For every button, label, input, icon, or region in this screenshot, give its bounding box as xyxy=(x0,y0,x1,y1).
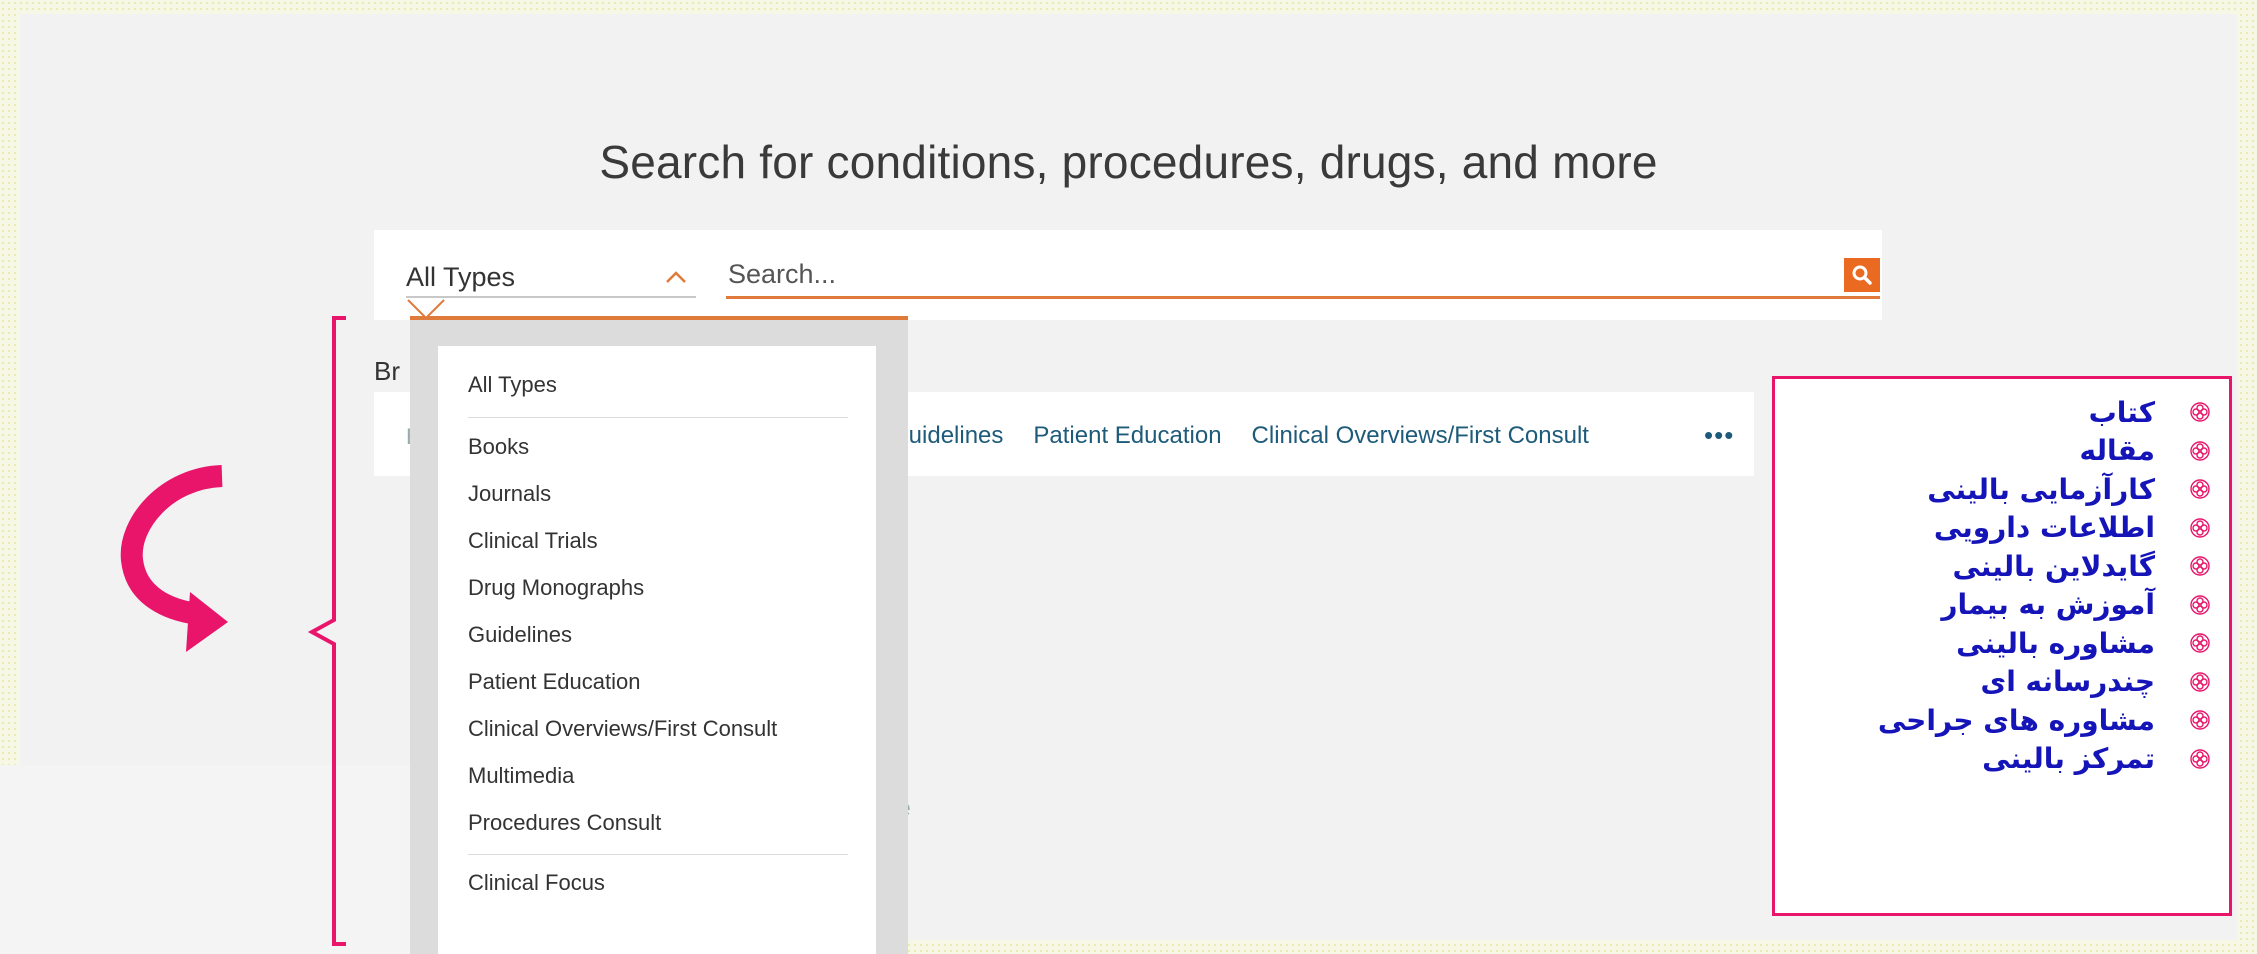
dropdown-option[interactable]: Drug Monographs xyxy=(468,575,644,601)
list-item-label: مشاوره های جراحی xyxy=(1877,703,2155,737)
list-item-label: اطلاعات دارویی xyxy=(1933,511,2155,545)
flower-bullet-icon xyxy=(2190,672,2210,692)
list-item: کارآزمایی بالینی xyxy=(1878,470,2211,509)
type-select[interactable]: All Types xyxy=(406,258,696,298)
list-item: اطلاعات دارویی xyxy=(1878,509,2211,548)
dropdown-option[interactable]: Journals xyxy=(468,481,551,507)
list-item-label: مشاوره بالینی xyxy=(1956,626,2155,660)
dropdown-option[interactable]: All Types xyxy=(468,372,557,398)
dropdown-divider xyxy=(468,854,848,855)
dropdown-option[interactable]: Procedures Consult xyxy=(468,810,661,836)
list-item-label: چندرسانه ای xyxy=(1980,665,2155,699)
list-item-label: آموزش به بیمار xyxy=(1941,588,2155,622)
chevron-up-icon[interactable] xyxy=(656,262,696,292)
persian-list: کتاب مقاله کارآزمایی بالینی اطلاعات دارو… xyxy=(1878,393,2211,778)
list-item: مشاوره بالینی xyxy=(1878,624,2211,663)
list-item-label: کارآزمایی بالینی xyxy=(1927,472,2155,506)
list-item: چندرسانه ای xyxy=(1878,663,2211,702)
search-icon xyxy=(1852,265,1872,285)
dropdown-option[interactable]: Patient Education xyxy=(468,669,640,695)
type-dropdown: All Types Books Journals Clinical Trials… xyxy=(438,346,876,954)
browse-item-patient-education[interactable]: Patient Education xyxy=(1033,422,1221,450)
dropdown-caret xyxy=(407,299,445,320)
flower-bullet-icon xyxy=(2190,595,2210,615)
browse-item-clinical-overviews[interactable]: Clinical Overviews/First Consult xyxy=(1252,422,1589,450)
flower-bullet-icon xyxy=(2190,518,2210,538)
list-item: مشاوره های جراحی xyxy=(1878,701,2211,740)
list-item: گایدلاین بالینی xyxy=(1878,547,2211,586)
flower-bullet-icon xyxy=(2190,633,2210,653)
list-item: تمرکز بالینی xyxy=(1878,740,2211,779)
list-item: مقاله xyxy=(1878,432,2211,471)
browse-items: Guidelines Patient Education Clinical Ov… xyxy=(890,422,1589,450)
curved-arrow-icon xyxy=(120,465,223,625)
list-item-label: کتاب xyxy=(2088,395,2155,429)
dropdown-divider xyxy=(468,417,848,418)
flower-bullet-icon xyxy=(2190,556,2210,576)
dropdown-option[interactable]: Clinical Trials xyxy=(468,528,598,554)
list-item-label: مقاله xyxy=(2079,434,2156,468)
type-select-value: All Types xyxy=(406,261,516,292)
flower-bullet-icon xyxy=(2190,479,2210,499)
dropdown-option[interactable]: Clinical Overviews/First Consult xyxy=(468,716,777,742)
dropdown-option[interactable]: Multimedia xyxy=(468,763,574,789)
annotation-overlay xyxy=(120,316,346,946)
search-input[interactable] xyxy=(726,254,1820,294)
flower-bullet-icon xyxy=(2190,749,2210,769)
list-item-label: تمرکز بالینی xyxy=(1982,742,2155,776)
persian-list-box: کتاب مقاله کارآزمایی بالینی اطلاعات دارو… xyxy=(1772,376,2232,916)
list-item: کتاب xyxy=(1878,393,2211,432)
dropdown-option[interactable]: Guidelines xyxy=(468,622,572,648)
list-item: آموزش به بیمار xyxy=(1878,586,2211,625)
flower-bullet-icon xyxy=(2190,402,2210,422)
dropdown-option[interactable]: Clinical Focus xyxy=(468,870,605,896)
bracket-icon xyxy=(307,316,346,946)
dropdown-accent xyxy=(410,316,908,320)
arrowhead-icon xyxy=(186,592,228,652)
search-button[interactable] xyxy=(1844,258,1880,292)
flower-bullet-icon xyxy=(2190,441,2210,461)
dropdown-option[interactable]: Books xyxy=(468,434,529,460)
list-item-label: گایدلاین بالینی xyxy=(1952,549,2155,583)
search-field xyxy=(726,254,1880,299)
more-icon[interactable]: ••• xyxy=(1704,420,1734,451)
flower-bullet-icon xyxy=(2190,710,2210,730)
